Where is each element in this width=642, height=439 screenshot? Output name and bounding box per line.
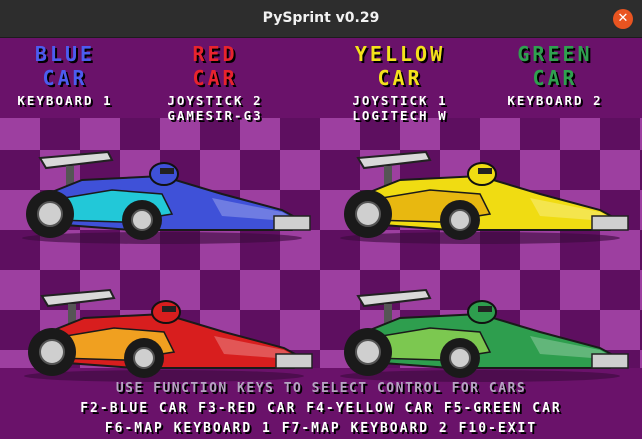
blue-race-car-sprite bbox=[22, 150, 311, 244]
title-bar[interactable]: PySprint v0.29 ✕ bbox=[0, 0, 642, 38]
function-keys-line2: F6-MAP KEYBOARD 1 F7-MAP KEYBOARD 2 F10-… bbox=[104, 421, 538, 436]
helmet-visor bbox=[478, 306, 492, 312]
green-car-title-line2: CAR bbox=[532, 66, 578, 90]
blue-car-title-line1: BLUE bbox=[34, 42, 96, 66]
checker-tile bbox=[0, 118, 40, 150]
rear-wheel-rim bbox=[355, 339, 381, 365]
yellow-car-control-line1: JOYSTICK 1 bbox=[352, 93, 448, 108]
checker-tile bbox=[600, 118, 640, 150]
helmet-visor bbox=[478, 168, 492, 174]
helmet-visor bbox=[160, 168, 174, 174]
red-car-control-line2: GAMESIR-G3 bbox=[167, 108, 263, 123]
front-wing bbox=[591, 215, 629, 231]
rear-wheel-rim bbox=[355, 201, 381, 227]
blue-car-control-line1: KEYBOARD 1 bbox=[17, 93, 113, 108]
yellow-car-title-line1: YELLOW bbox=[354, 42, 446, 66]
red-race-car-sprite bbox=[24, 288, 313, 382]
rear-wing bbox=[38, 150, 114, 170]
front-wing bbox=[273, 215, 311, 231]
blue-car-title-line2: CAR bbox=[42, 66, 88, 90]
front-wheel-rim bbox=[133, 347, 155, 369]
front-wheel-rim bbox=[131, 209, 153, 231]
green-race-car-sprite bbox=[340, 288, 629, 382]
game-area: BLUE CAR KEYBOARD 1 RED CAR JOYSTICK 2 G… bbox=[0, 38, 642, 439]
rear-wing bbox=[356, 150, 432, 170]
rear-wheel-rim bbox=[37, 201, 63, 227]
green-car-control-line1: KEYBOARD 2 bbox=[507, 93, 603, 108]
green-car-title-line1: GREEN bbox=[517, 42, 593, 66]
close-button[interactable]: ✕ bbox=[613, 9, 633, 29]
window-title: PySprint v0.29 bbox=[262, 10, 380, 26]
rear-wheel-rim bbox=[39, 339, 65, 365]
car-shadow bbox=[22, 232, 302, 244]
checker-tile bbox=[80, 118, 120, 150]
car-shadow bbox=[340, 232, 620, 244]
yellow-race-car-sprite bbox=[340, 150, 629, 244]
red-car-control-line1: JOYSTICK 2 bbox=[167, 93, 263, 108]
front-wing bbox=[591, 353, 629, 369]
checker-tile bbox=[480, 118, 520, 150]
helmet-visor bbox=[162, 306, 176, 312]
red-car-title-line1: RED bbox=[192, 42, 238, 66]
instruction-text: USE FUNCTION KEYS TO SELECT CONTROL FOR … bbox=[115, 381, 527, 396]
front-wing bbox=[275, 353, 313, 369]
yellow-car-title-line2: CAR bbox=[377, 66, 423, 90]
checker-tile bbox=[560, 118, 600, 150]
checker-tile bbox=[280, 118, 320, 150]
checker-tile bbox=[520, 118, 560, 150]
function-keys-line1: F2-BLUE CAR F3-RED CAR F4-YELLOW CAR F5-… bbox=[80, 401, 562, 416]
yellow-car-control-line2: LOGITECH W bbox=[352, 108, 448, 123]
front-wheel-rim bbox=[449, 347, 471, 369]
red-car-title-line2: CAR bbox=[192, 66, 238, 90]
rear-wing bbox=[356, 288, 432, 308]
checker-tile bbox=[40, 118, 80, 150]
close-icon: ✕ bbox=[617, 11, 629, 26]
game-window: PySprint v0.29 ✕ BLUE CAR KEYBOARD 1 RED… bbox=[0, 0, 642, 439]
front-wheel-rim bbox=[449, 209, 471, 231]
rear-wing bbox=[40, 288, 116, 308]
